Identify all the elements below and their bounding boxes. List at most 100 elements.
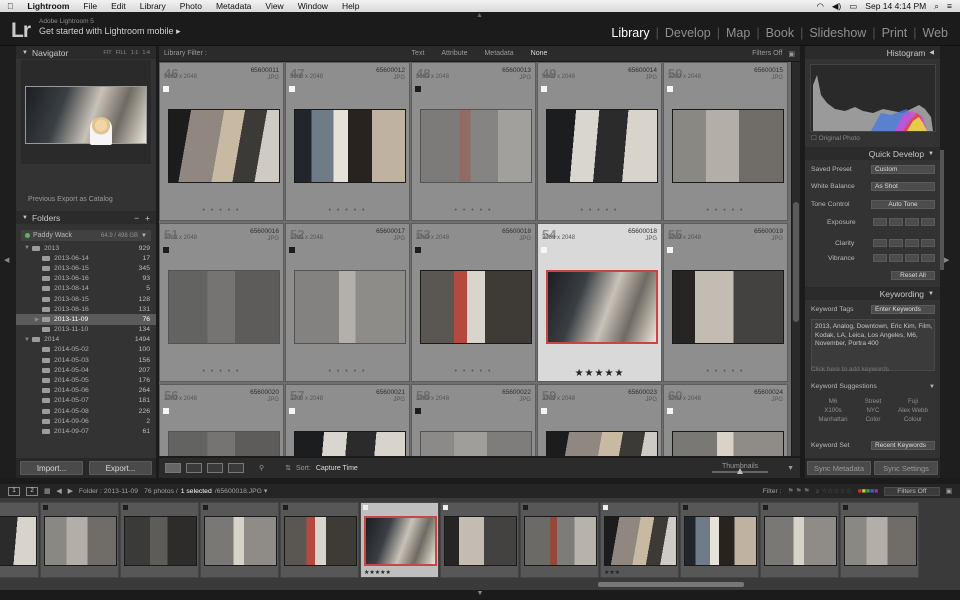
- filter-attribute[interactable]: Attribute: [435, 49, 473, 58]
- suggestion-item[interactable]: Color: [853, 416, 893, 423]
- add-keywords-hint[interactable]: Click here to add keywords: [811, 366, 935, 375]
- filmstrip-frame[interactable]: [440, 502, 519, 578]
- photo-thumbnail[interactable]: [168, 109, 280, 183]
- add-folder-icon[interactable]: +: [145, 213, 150, 223]
- folder-source[interactable]: Folder : 2013-11-09: [79, 488, 138, 495]
- filmstrip-frame[interactable]: [760, 502, 839, 578]
- pick-flag-icon[interactable]: [289, 408, 295, 414]
- folder-row[interactable]: 2013-06-14 17: [16, 253, 156, 263]
- folder-row[interactable]: ▼ 2013 929: [16, 243, 156, 253]
- photo-thumbnail[interactable]: [168, 431, 280, 456]
- right-panel-scrollbar[interactable]: [940, 150, 944, 270]
- pick-flag-icon[interactable]: [415, 408, 421, 414]
- rating-dots[interactable]: • • • • •: [538, 207, 661, 214]
- navigator-header[interactable]: ▼ Navigator FIT FILL 1:1 1:4: [16, 46, 156, 59]
- folder-row[interactable]: 2014-05-05 176: [16, 375, 156, 385]
- color-filter-icon[interactable]: ■■■■■: [858, 488, 879, 495]
- pick-flag-icon[interactable]: [415, 247, 421, 253]
- remove-folder-icon[interactable]: −: [134, 213, 139, 223]
- pick-flag-icon[interactable]: [163, 408, 169, 414]
- menu-view[interactable]: View: [258, 1, 290, 11]
- grid-scrollbar[interactable]: [792, 62, 800, 456]
- sync-metadata-button[interactable]: Sync Metadata: [807, 461, 871, 475]
- toolbar-menu-icon[interactable]: ▼: [787, 465, 794, 472]
- bottom-panel-toggle[interactable]: ▼: [0, 590, 960, 600]
- pick-flag-icon[interactable]: [667, 247, 673, 253]
- folder-row[interactable]: 2014-09-06 2: [16, 416, 156, 426]
- filmstrip-thumbnail[interactable]: [844, 516, 917, 566]
- wifi-icon[interactable]: ◠: [816, 1, 823, 12]
- disclosure-icon[interactable]: ▶: [32, 316, 42, 323]
- nav-1-1[interactable]: 1:1: [131, 50, 139, 56]
- filmstrip-frame[interactable]: ★★★: [600, 502, 679, 578]
- sort-dropdown[interactable]: Capture Time: [316, 465, 358, 472]
- module-print[interactable]: Print: [876, 26, 914, 40]
- folder-row[interactable]: 2014-09-07 61: [16, 426, 156, 436]
- suggestion-item[interactable]: Fuji: [893, 398, 933, 405]
- grid-cell[interactable]: 52 65600017 3089 x 2048 JPG • • • • •: [285, 223, 410, 382]
- thumbnail-slider-knob[interactable]: [737, 468, 744, 474]
- battery-icon[interactable]: ▭: [849, 1, 857, 12]
- reset-all-button[interactable]: Reset All: [891, 271, 935, 280]
- pick-flag-icon[interactable]: [541, 408, 547, 414]
- folder-row[interactable]: 2014-05-08 226: [16, 406, 156, 416]
- filmstrip-frame[interactable]: [0, 502, 39, 578]
- disclosure-icon[interactable]: ▼: [22, 245, 32, 251]
- grid-cell[interactable]: 47 65600012 3089 x 2048 JPG • • • • •: [285, 62, 410, 221]
- filmstrip-thumbnail[interactable]: [124, 516, 197, 566]
- filmstrip-thumbnail[interactable]: [684, 516, 757, 566]
- menu-edit[interactable]: Edit: [104, 1, 133, 11]
- photo-thumbnail[interactable]: [420, 431, 532, 456]
- star-rating[interactable]: ★★★★★: [538, 368, 661, 379]
- keyword-tags-dropdown[interactable]: Enter Keywords: [871, 305, 935, 314]
- menu-library[interactable]: Library: [133, 1, 173, 11]
- main-window-button[interactable]: 1: [8, 486, 20, 496]
- menu-window[interactable]: Window: [291, 1, 335, 11]
- clock[interactable]: Sep 14 4:14 PM: [865, 1, 926, 11]
- rating-filter-icon[interactable]: ≥ ☆☆☆☆☆: [816, 487, 852, 495]
- histogram-header[interactable]: Histogram ◀: [805, 46, 940, 59]
- grid-cell[interactable]: 56 65600020 3089 x 2048 JPG: [159, 384, 284, 456]
- folder-row[interactable]: 2014-05-06 264: [16, 386, 156, 396]
- suggestion-item[interactable]: Colour: [893, 416, 933, 423]
- rating-dots[interactable]: • • • • •: [286, 207, 409, 214]
- photo-thumbnail[interactable]: [546, 431, 658, 456]
- survey-view-button[interactable]: [228, 463, 244, 473]
- pick-flag-icon[interactable]: [541, 86, 547, 92]
- keywords-textarea[interactable]: 2013, Analog, Downtown, Eric Kim, Film, …: [811, 319, 935, 371]
- grid-cell[interactable]: 57 65600021 3089 x 2048 JPG: [285, 384, 410, 456]
- pick-flag-icon[interactable]: [289, 86, 295, 92]
- folders-header[interactable]: ▼ Folders − +: [16, 211, 156, 224]
- filmstrip-filters-dropdown[interactable]: Filters Off: [884, 486, 940, 496]
- filters-off-dropdown[interactable]: Filters Off: [752, 50, 782, 57]
- grid-cell[interactable]: 60 65600024 3089 x 2048 JPG: [663, 384, 788, 456]
- suggestion-item[interactable]: Alex Webb: [893, 407, 933, 414]
- filmstrip-frame[interactable]: [520, 502, 599, 578]
- filmstrip-thumbnail[interactable]: [0, 516, 37, 566]
- folder-row[interactable]: ▶ 2013-11-09 76: [16, 314, 156, 325]
- folder-row[interactable]: 2013-11-10 134: [16, 325, 156, 335]
- menu-metadata[interactable]: Metadata: [209, 1, 258, 11]
- pick-flag-icon[interactable]: [415, 86, 421, 92]
- suggestion-item[interactable]: NYC: [853, 407, 893, 414]
- grid-cell[interactable]: 51 65600016 3089 x 2048 JPG • • • • •: [159, 223, 284, 382]
- rating-dots[interactable]: • • • • •: [286, 368, 409, 375]
- clarity-steppers[interactable]: [873, 239, 935, 247]
- rating-dots[interactable]: • • • • •: [160, 207, 283, 214]
- filmstrip-lock-icon[interactable]: ▣: [946, 487, 952, 495]
- white-balance-dropdown[interactable]: As Shot: [871, 182, 935, 191]
- pick-flag-icon[interactable]: [843, 505, 848, 510]
- compare-view-button[interactable]: [207, 463, 223, 473]
- suggestion-item[interactable]: X100s: [813, 407, 853, 414]
- top-panel-toggle-icon[interactable]: ▲: [476, 12, 483, 19]
- grid-scroll-thumb[interactable]: [793, 202, 799, 322]
- selected-filename[interactable]: /65600018.JPG ▾: [215, 487, 268, 495]
- photo-thumbnail[interactable]: [672, 431, 784, 456]
- pick-flag-icon[interactable]: [667, 408, 673, 414]
- pick-flag-icon[interactable]: [667, 86, 673, 92]
- menu-photo[interactable]: Photo: [173, 1, 209, 11]
- filmstrip-frame[interactable]: ★★★★★: [360, 502, 439, 578]
- filter-text[interactable]: Text: [406, 49, 431, 58]
- grid-cell[interactable]: 58 65600022 3089 x 2048 JPG: [411, 384, 536, 456]
- filmstrip-thumbnail[interactable]: [444, 516, 517, 566]
